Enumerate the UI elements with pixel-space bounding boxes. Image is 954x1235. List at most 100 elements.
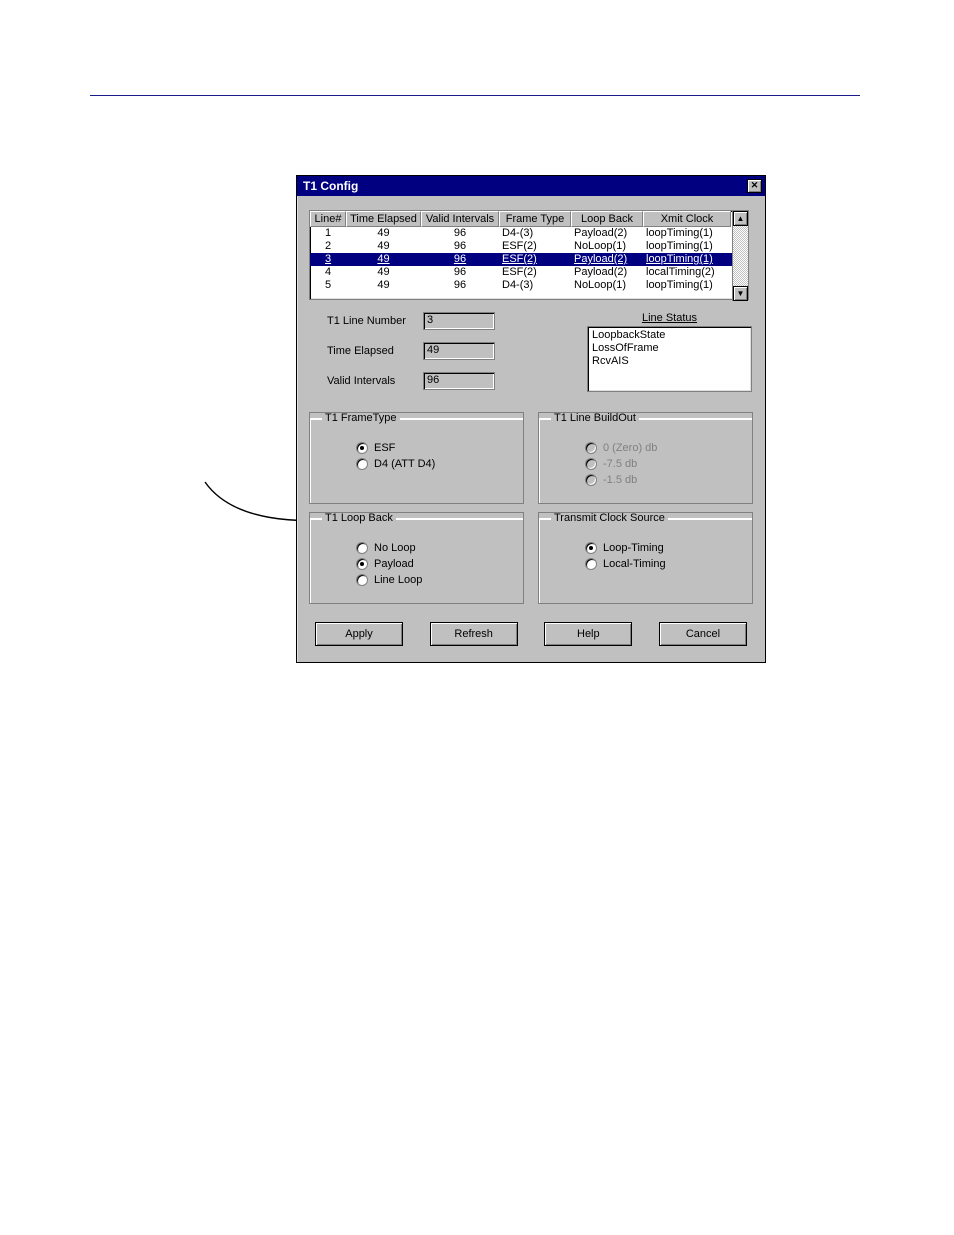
dialog-content: Line# Time Elapsed Valid Intervals Frame…	[297, 196, 765, 662]
table-cell: D4-(3)	[499, 227, 571, 240]
build-out-option: 0 (Zero) db	[585, 442, 740, 454]
radio-label: D4 (ATT D4)	[374, 458, 435, 470]
scroll-up-button[interactable]: ▲	[733, 211, 748, 226]
frame-type-group: T1 FrameType ESF D4 (ATT D4)	[309, 412, 524, 504]
options-row-2: T1 Loop Back No Loop Payload Line Loop Tra…	[309, 512, 753, 604]
status-item: RcvAIS	[592, 355, 747, 368]
table-cell: Payload(2)	[571, 227, 643, 240]
button-bar: Apply Refresh Help Cancel	[309, 612, 753, 650]
table-cell: ESF(2)	[499, 266, 571, 279]
table-cell: 49	[346, 240, 421, 253]
help-button[interactable]: Help	[544, 622, 632, 646]
table-cell: 1	[310, 227, 346, 240]
radio-label: 0 (Zero) db	[603, 442, 657, 454]
time-elapsed-label: Time Elapsed	[327, 345, 423, 357]
time-elapsed-value: 49	[423, 342, 495, 360]
table-cell: 4	[310, 266, 346, 279]
loop-back-group: T1 Loop Back No Loop Payload Line Loop	[309, 512, 524, 604]
status-item: LoopbackState	[592, 329, 747, 342]
loop-back-option[interactable]: Line Loop	[356, 574, 511, 586]
loop-back-option[interactable]: Payload	[356, 558, 511, 570]
build-out-option: -7.5 db	[585, 458, 740, 470]
t1-config-dialog: T1 Config ✕ Line# Time Elapsed Valid Int…	[296, 175, 766, 663]
table-row[interactable]: 24996ESF(2)NoLoop(1)loopTiming(1)	[310, 240, 748, 253]
table-cell: loopTiming(1)	[643, 240, 731, 253]
radio-label: Payload	[374, 558, 414, 570]
table-row[interactable]: 54996D4-(3)NoLoop(1)loopTiming(1)	[310, 279, 748, 292]
details-row: T1 Line Number 3 Time Elapsed 49 Valid I…	[327, 312, 753, 402]
radio-icon	[585, 458, 597, 470]
close-button[interactable]: ✕	[747, 179, 762, 193]
radio-icon[interactable]	[356, 542, 368, 554]
build-out-legend: T1 Line BuildOut	[551, 412, 639, 424]
col-loop-back[interactable]: Loop Back	[571, 211, 643, 227]
line-number-label: T1 Line Number	[327, 315, 423, 327]
table-cell: D4-(3)	[499, 279, 571, 292]
radio-icon[interactable]	[356, 574, 368, 586]
titlebar[interactable]: T1 Config ✕	[297, 176, 765, 196]
radio-icon[interactable]	[585, 542, 597, 554]
table-cell: 96	[421, 240, 499, 253]
col-xmit-clock[interactable]: Xmit Clock	[643, 211, 731, 227]
table-cell: loopTiming(1)	[643, 227, 731, 240]
loop-back-option[interactable]: No Loop	[356, 542, 511, 554]
valid-intervals-value: 96	[423, 372, 495, 390]
xmit-clock-option[interactable]: Local-Timing	[585, 558, 740, 570]
table-cell: loopTiming(1)	[643, 253, 731, 266]
table-cell: 49	[346, 227, 421, 240]
cancel-button[interactable]: Cancel	[659, 622, 747, 646]
radio-icon[interactable]	[356, 458, 368, 470]
table-cell: 96	[421, 227, 499, 240]
radio-icon[interactable]	[356, 558, 368, 570]
frame-type-legend: T1 FrameType	[322, 412, 400, 424]
xmit-clock-option[interactable]: Loop-Timing	[585, 542, 740, 554]
table-cell: Payload(2)	[571, 253, 643, 266]
col-frame-type[interactable]: Frame Type	[499, 211, 571, 227]
table-row[interactable]: 34996ESF(2)Payload(2)loopTiming(1)	[310, 253, 748, 266]
col-line[interactable]: Line#	[310, 211, 346, 227]
options-row-1: T1 FrameType ESF D4 (ATT D4) T1 Line Buil…	[309, 412, 753, 504]
frame-type-option[interactable]: D4 (ATT D4)	[356, 458, 511, 470]
line-status-legend: Line Status	[587, 312, 752, 324]
table-header: Line# Time Elapsed Valid Intervals Frame…	[310, 211, 748, 227]
table-cell: Payload(2)	[571, 266, 643, 279]
frame-type-option[interactable]: ESF	[356, 442, 511, 454]
loop-back-legend: T1 Loop Back	[322, 512, 396, 524]
table-cell: localTiming(2)	[643, 266, 731, 279]
radio-label: -1.5 db	[603, 474, 637, 486]
col-time-elapsed[interactable]: Time Elapsed	[346, 211, 421, 227]
line-status-group: Line Status LoopbackStateLossOfFrameRcvA…	[587, 312, 752, 402]
line-number-value: 3	[423, 312, 495, 330]
status-item: LossOfFrame	[592, 342, 747, 355]
radio-icon[interactable]	[356, 442, 368, 454]
table-rows: 14996D4-(3)Payload(2)loopTiming(1)24996E…	[310, 227, 748, 297]
dialog-title: T1 Config	[303, 179, 358, 193]
radio-label: Loop-Timing	[603, 542, 664, 554]
radio-icon[interactable]	[585, 558, 597, 570]
table-cell: NoLoop(1)	[571, 279, 643, 292]
table-cell: 96	[421, 266, 499, 279]
table-cell: 49	[346, 279, 421, 292]
radio-icon	[585, 474, 597, 486]
table-cell: 96	[421, 253, 499, 266]
build-out-group: T1 Line BuildOut 0 (Zero) db -7.5 db -1.5 …	[538, 412, 753, 504]
table-row[interactable]: 44996ESF(2)Payload(2)localTiming(2)	[310, 266, 748, 279]
col-valid-intervals[interactable]: Valid Intervals	[421, 211, 499, 227]
apply-button[interactable]: Apply	[315, 622, 403, 646]
line-status-list[interactable]: LoopbackStateLossOfFrameRcvAIS	[587, 326, 752, 392]
scrollbar-track[interactable]	[733, 226, 748, 286]
xmit-clock-legend: Transmit Clock Source	[551, 512, 668, 524]
line-table[interactable]: Line# Time Elapsed Valid Intervals Frame…	[309, 210, 749, 300]
scroll-down-button[interactable]: ▼	[733, 286, 748, 301]
table-cell: 5	[310, 279, 346, 292]
radio-label: No Loop	[374, 542, 416, 554]
radio-icon	[585, 442, 597, 454]
table-row[interactable]: 14996D4-(3)Payload(2)loopTiming(1)	[310, 227, 748, 240]
scrollbar[interactable]: ▲ ▼	[732, 211, 748, 301]
radio-label: ESF	[374, 442, 395, 454]
table-cell: loopTiming(1)	[643, 279, 731, 292]
refresh-button[interactable]: Refresh	[430, 622, 518, 646]
xmit-clock-group: Transmit Clock Source Loop-Timing Local-T…	[538, 512, 753, 604]
valid-intervals-label: Valid Intervals	[327, 375, 423, 387]
table-cell: 49	[346, 253, 421, 266]
